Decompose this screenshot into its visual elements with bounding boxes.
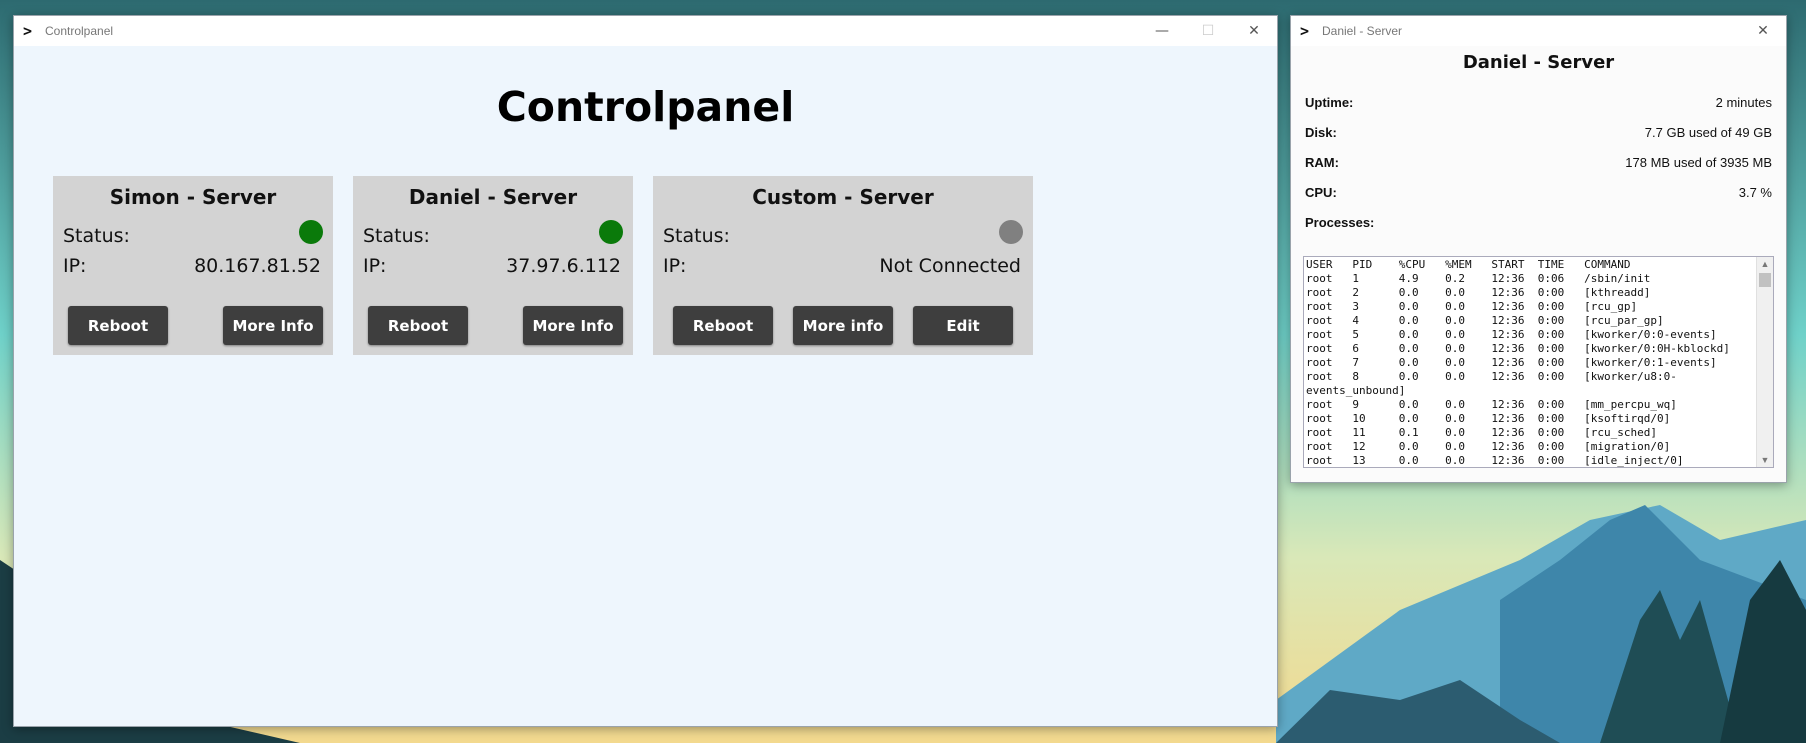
stat-label: Disk:: [1305, 125, 1337, 140]
stat-value: 178 MB used of 3935 MB: [1625, 155, 1772, 170]
server-heading: Daniel - Server: [1462, 52, 1615, 73]
stat-label: Uptime:: [1305, 95, 1354, 110]
scroll-down-arrow-icon[interactable]: ▼: [1757, 453, 1773, 467]
edit-button[interactable]: Edit: [913, 306, 1013, 345]
server-card-simon: Simon - Server Status: IP: 80.167.81.52 …: [53, 176, 333, 355]
server-card-daniel: Daniel - Server Status: IP: 37.97.6.112 …: [353, 176, 633, 355]
maximize-button[interactable]: ☐: [1185, 16, 1231, 46]
server-name: Custom - Server: [752, 185, 934, 209]
ip-label: IP:: [363, 255, 387, 277]
server-name: Simon - Server: [109, 185, 277, 209]
more-info-button[interactable]: More Info: [523, 306, 623, 345]
reboot-button[interactable]: Reboot: [368, 306, 468, 345]
terminal-prompt-icon: >: [23, 21, 33, 40]
ip-label: IP:: [663, 255, 687, 277]
scroll-up-arrow-icon[interactable]: ▲: [1757, 257, 1773, 271]
status-label: Status:: [663, 225, 730, 247]
stat-label: Processes:: [1305, 215, 1375, 230]
close-button[interactable]: ✕: [1231, 16, 1277, 46]
terminal-prompt-icon: >: [1300, 21, 1310, 40]
minimize-button[interactable]: —: [1139, 16, 1185, 46]
more-info-button[interactable]: More info: [793, 306, 893, 345]
stat-value: 3.7 %: [1738, 185, 1772, 200]
process-output: USER PID %CPU %MEM START TIME COMMAND ro…: [1306, 258, 1730, 467]
stat-value: 7.7 GB used of 49 GB: [1644, 125, 1772, 140]
server-detail-window: > Daniel - Server ✕ Daniel - Server Upti…: [1290, 15, 1787, 483]
ip-value: 37.97.6.112: [506, 255, 621, 277]
page-title: Controlpanel: [496, 83, 795, 131]
ip-value: 80.167.81.52: [194, 255, 321, 277]
stat-label: RAM:: [1305, 155, 1339, 170]
window-title: Controlpanel: [45, 24, 114, 38]
server-name: Daniel - Server: [408, 185, 578, 209]
stat-value: 2 minutes: [1715, 95, 1772, 110]
scroll-thumb[interactable]: [1759, 273, 1771, 287]
status-indicator: [599, 220, 623, 244]
ip-label: IP:: [63, 255, 87, 277]
ip-value: Not Connected: [879, 255, 1021, 277]
status-label: Status:: [363, 225, 430, 247]
controlpanel-window: > Controlpanel — ☐ ✕ Controlpanel Simon …: [13, 15, 1278, 727]
more-info-button[interactable]: More Info: [223, 306, 323, 345]
vertical-scrollbar[interactable]: ▲ ▼: [1756, 257, 1773, 467]
status-indicator: [999, 220, 1023, 244]
server-card-custom: Custom - Server Status: IP: Not Connecte…: [653, 176, 1033, 355]
title-bar[interactable]: > Controlpanel — ☐ ✕: [14, 16, 1277, 46]
process-list-textarea[interactable]: USER PID %CPU %MEM START TIME COMMAND ro…: [1303, 256, 1774, 468]
window-title: Daniel - Server: [1322, 24, 1403, 38]
title-bar[interactable]: > Daniel - Server ✕: [1291, 16, 1786, 46]
stat-label: CPU:: [1305, 185, 1337, 200]
status-indicator: [299, 220, 323, 244]
close-button[interactable]: ✕: [1740, 16, 1786, 46]
reboot-button[interactable]: Reboot: [68, 306, 168, 345]
status-label: Status:: [63, 225, 130, 247]
reboot-button[interactable]: Reboot: [673, 306, 773, 345]
